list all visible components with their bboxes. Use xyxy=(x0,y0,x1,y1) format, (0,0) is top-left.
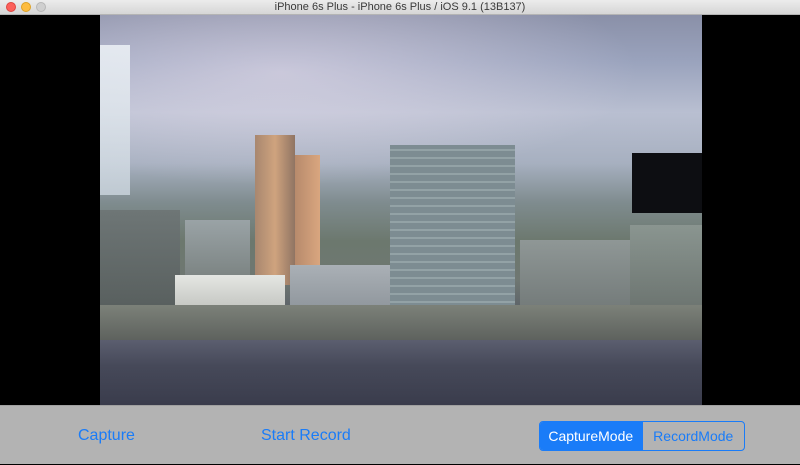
riverbank xyxy=(100,305,702,340)
segment-record-mode[interactable]: RecordMode xyxy=(641,422,745,450)
segment-capture-mode[interactable]: CaptureMode xyxy=(540,422,642,450)
mode-segmented-control: CaptureMode RecordMode xyxy=(539,421,745,451)
preview-artifact-left xyxy=(100,45,130,195)
simulator-title-bar: iPhone 6s Plus - iPhone 6s Plus / iOS 9.… xyxy=(0,0,800,15)
distant-buildings xyxy=(630,225,702,315)
tower-left xyxy=(255,135,295,285)
bottom-toolbar: Capture Start Record CaptureMode RecordM… xyxy=(0,405,800,464)
river-water xyxy=(100,340,702,405)
capture-button[interactable]: Capture xyxy=(78,406,135,465)
start-record-button[interactable]: Start Record xyxy=(261,406,351,465)
glass-tower xyxy=(390,145,515,325)
device-screen xyxy=(0,15,800,405)
window-title: iPhone 6s Plus - iPhone 6s Plus / iOS 9.… xyxy=(274,1,526,13)
preview-artifact-right xyxy=(632,153,702,213)
building-block-far-left xyxy=(100,210,180,305)
building-block-left xyxy=(185,220,250,275)
camera-preview xyxy=(100,15,702,405)
